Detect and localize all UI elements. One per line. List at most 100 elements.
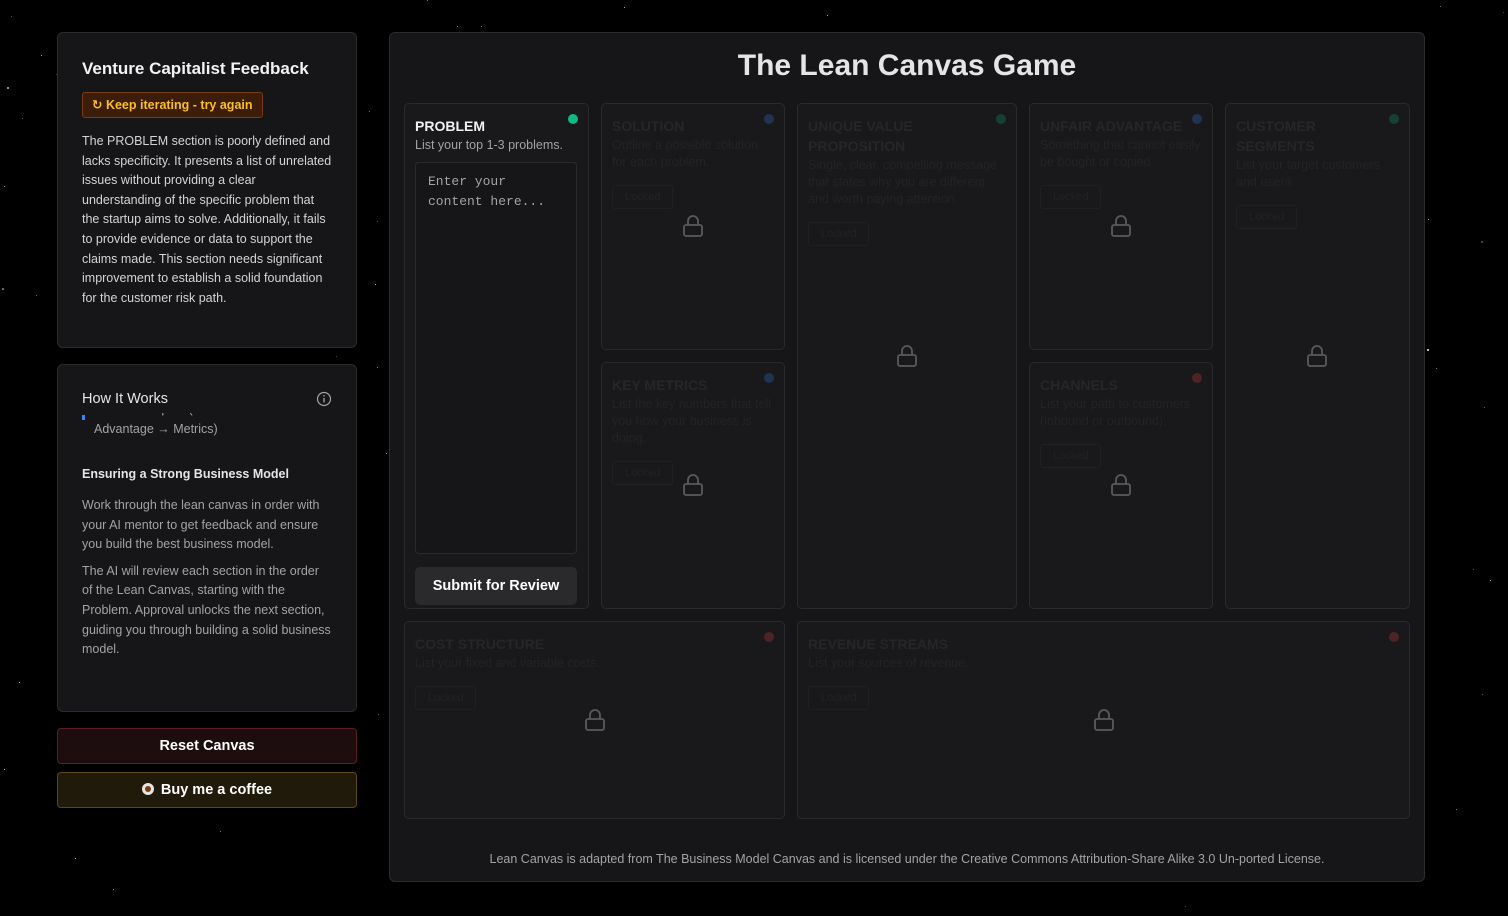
reset-canvas-button[interactable]: Reset Canvas <box>57 728 357 764</box>
section-unique-value-proposition: UNIQUE VALUE PROPOSITION Single, clear, … <box>797 103 1017 609</box>
section-unfair-advantage: UNFAIR ADVANTAGE Something that cannot e… <box>1029 103 1213 350</box>
buy-coffee-button[interactable]: Buy me a coffee <box>57 772 357 808</box>
locked-placeholder: Locked <box>1040 185 1102 209</box>
canvas-board: The Lean Canvas Game PROBLEM List your t… <box>389 32 1425 882</box>
vc-feedback-panel: Venture Capitalist Feedback ↻ Keep itera… <box>57 32 357 348</box>
section-description: List your sources of revenue. <box>808 656 969 670</box>
star <box>457 26 458 27</box>
how-it-works-panel[interactable]: How It Works and is it unique? (Solution… <box>57 364 357 712</box>
status-dot <box>764 632 774 642</box>
status-dot <box>1389 632 1399 642</box>
star <box>1473 569 1474 570</box>
status-dot <box>1192 114 1202 124</box>
section-title: UNFAIR ADVANTAGE <box>1040 118 1183 134</box>
section-description: List your target customers and users. <box>1236 158 1380 189</box>
lock-icon <box>585 709 605 731</box>
section-title: REVENUE STREAMS <box>808 636 949 652</box>
section-description: List your path to customers (inbound or … <box>1040 397 1191 428</box>
section-title: SOLUTION <box>612 118 685 134</box>
star <box>1481 241 1483 243</box>
status-dot <box>1389 114 1399 124</box>
how-it-works-header: How It Works <box>82 391 332 407</box>
status-dot <box>1192 373 1202 383</box>
star <box>378 714 379 715</box>
star <box>1427 349 1429 351</box>
locked-placeholder: Locked <box>612 185 674 209</box>
buy-coffee-label: Buy me a coffee <box>160 782 273 798</box>
list-item-text: and is it unique? (Solution → Unfair Adv… <box>94 413 291 436</box>
star <box>481 26 482 27</box>
star <box>427 0 428 1</box>
status-dot <box>764 114 774 124</box>
star <box>624 7 625 8</box>
locked-placeholder: Locked <box>612 461 674 485</box>
star <box>41 55 42 56</box>
star <box>375 284 376 285</box>
how-paragraph-2: The AI will review each section in the o… <box>82 563 331 657</box>
status-dot <box>996 114 1006 124</box>
section-description: Something that cannot easily be bought o… <box>1040 138 1201 169</box>
star <box>1185 906 1186 907</box>
section-description: List your fixed and variable costs. <box>415 656 600 670</box>
section-title: CHANNELS <box>1040 377 1118 393</box>
status-dot <box>568 114 578 124</box>
star <box>1484 407 1485 408</box>
lock-icon <box>683 474 703 496</box>
section-revenue-streams: REVENUE STREAMS List your sources of rev… <box>797 621 1410 819</box>
star <box>75 858 76 859</box>
page-title: The Lean Canvas Game <box>737 49 1077 82</box>
star <box>36 295 37 296</box>
section-title: UNIQUE VALUE PROPOSITION <box>808 118 913 154</box>
section-problem: PROBLEM List your top 1-3 problems. Subm… <box>404 103 589 609</box>
locked-placeholder: Locked <box>808 222 870 246</box>
info-icon[interactable] <box>316 391 332 407</box>
star <box>19 682 20 683</box>
lock-icon <box>683 215 703 237</box>
section-description: Outline a possible solution for each pro… <box>612 138 758 169</box>
feedback-title: Venture Capitalist Feedback <box>82 59 309 78</box>
problem-input[interactable] <box>415 162 577 554</box>
bullet-marker <box>82 415 85 420</box>
feedback-text: The PROBLEM section is poorly defined an… <box>82 134 332 305</box>
locked-placeholder: Locked <box>808 686 870 710</box>
section-cost-structure: COST STRUCTURE List your fixed and varia… <box>404 621 785 819</box>
section-description: Single, clear, compelling message that s… <box>808 158 997 206</box>
star <box>1456 809 1457 810</box>
star <box>7 87 9 89</box>
locked-placeholder: Locked <box>1040 444 1102 468</box>
star <box>377 221 378 222</box>
section-description: List your top 1-3 problems. <box>415 138 563 152</box>
lock-icon <box>1111 474 1131 496</box>
star <box>22 118 23 119</box>
star <box>4 769 5 770</box>
star <box>220 831 221 832</box>
lock-icon <box>897 345 917 367</box>
status-badge: ↻ Keep iterating - try again <box>82 92 263 118</box>
left-column: Venture Capitalist Feedback ↻ Keep itera… <box>57 32 357 808</box>
submit-review-button[interactable]: Submit for Review <box>415 567 577 605</box>
section-title: KEY METRICS <box>612 377 708 393</box>
lock-icon <box>1111 215 1131 237</box>
status-dot <box>764 373 774 383</box>
star <box>2 288 4 290</box>
section-customer-segments: CUSTOMER SEGMENTS List your target custo… <box>1225 103 1410 609</box>
star <box>1428 219 1429 220</box>
star <box>1440 6 1441 7</box>
section-title: CUSTOMER SEGMENTS <box>1236 118 1316 154</box>
section-description: List the key numbers that tell you how y… <box>612 397 772 445</box>
section-title: PROBLEM <box>415 118 485 134</box>
star <box>1503 12 1504 13</box>
list-item: and is it unique? (Solution → Unfair Adv… <box>82 413 332 451</box>
star <box>1436 368 1437 369</box>
locked-placeholder: Locked <box>415 686 477 710</box>
star <box>827 15 828 16</box>
star <box>11 16 12 17</box>
section-channels: CHANNELS List your path to customers (in… <box>1029 362 1213 609</box>
section-heading: Ensuring a Strong Business Model <box>82 467 289 481</box>
star <box>1490 580 1491 581</box>
locked-placeholder: Locked <box>1236 205 1298 229</box>
coffee-icon <box>141 783 154 795</box>
section-title: COST STRUCTURE <box>415 636 545 652</box>
lock-icon <box>1307 345 1327 367</box>
star <box>1482 694 1483 695</box>
